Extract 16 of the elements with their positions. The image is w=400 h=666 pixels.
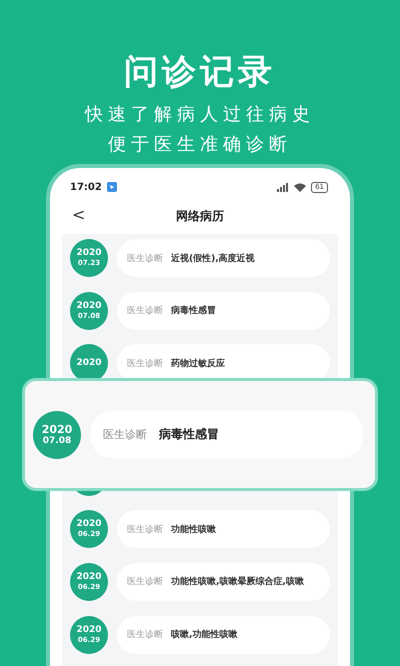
- date-badge: 2020 07.08: [33, 410, 81, 458]
- headline: 问诊记录: [124, 51, 276, 94]
- subtitle: 快速了解病人过往病史: [85, 103, 315, 127]
- record-item[interactable]: 医生诊断 病毒性感冒: [91, 411, 363, 458]
- page-title: 网络病历: [176, 208, 224, 224]
- subtitle: 便于医生准确诊断: [108, 133, 292, 157]
- record-item[interactable]: 医生诊断 病毒性感冒: [117, 292, 330, 330]
- app-notification-icon: [106, 182, 117, 192]
- record-item[interactable]: 医生诊断 咳嗽,功能性咳嗽: [117, 616, 330, 654]
- wifi-icon: [294, 182, 306, 192]
- record-item[interactable]: 医生诊断 功能性咳嗽: [117, 510, 330, 548]
- record-item[interactable]: 医生诊断 功能性咳嗽,咳嗽晕厥综合症,咳嗽: [117, 562, 330, 601]
- signal-icon: [277, 182, 290, 192]
- record-item[interactable]: 医生诊断 近视(假性),高度近视: [117, 239, 330, 277]
- back-button[interactable]: <: [68, 205, 90, 224]
- status-time: 17:02: [70, 182, 102, 192]
